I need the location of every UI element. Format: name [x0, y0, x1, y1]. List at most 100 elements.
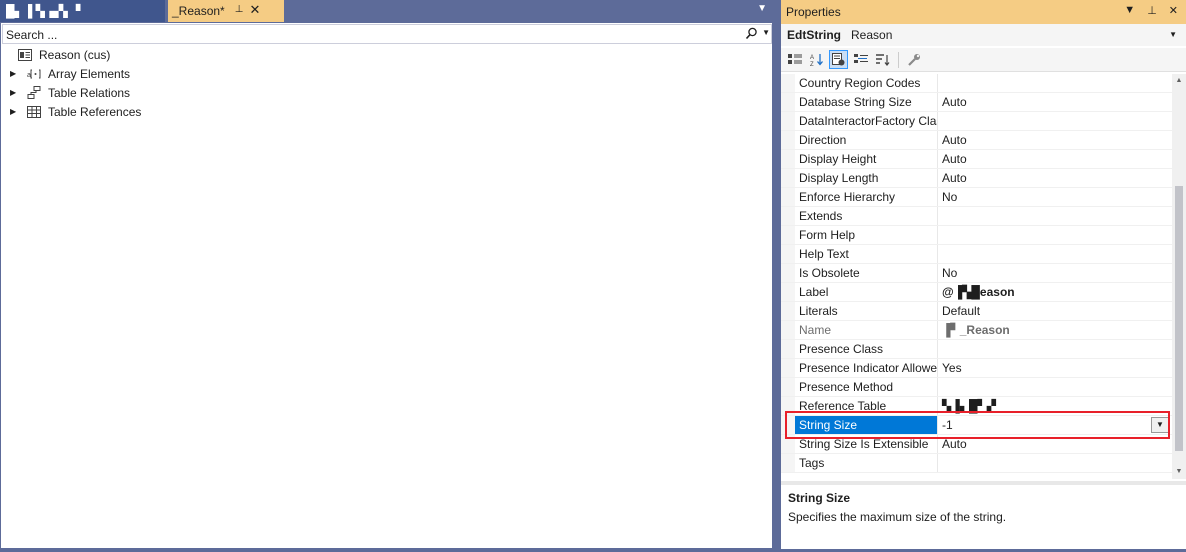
- property-row-string-size[interactable]: String Size ▼: [781, 416, 1172, 435]
- property-value[interactable]: [938, 226, 1172, 244]
- designer-body: ▼ Reason (cus) ▶ a Array Elements ▶: [0, 22, 773, 549]
- property-row-presence-class[interactable]: Presence Class: [781, 340, 1172, 359]
- value-dropdown-icon[interactable]: ▼: [1151, 417, 1169, 433]
- property-value[interactable]: [938, 74, 1172, 92]
- svg-text:A: A: [810, 55, 814, 61]
- property-value[interactable]: ▚▐▖█▘▞: [938, 397, 1172, 415]
- window-options-dropdown-icon[interactable]: ▼: [1124, 4, 1135, 17]
- property-value[interactable]: [938, 245, 1172, 263]
- property-row-name[interactable]: Name ▐▘_Reason: [781, 321, 1172, 340]
- scrollbar-thumb[interactable]: [1175, 186, 1183, 451]
- property-value[interactable]: Auto: [938, 93, 1172, 111]
- close-icon[interactable]: ✕: [1169, 4, 1178, 17]
- tree-node-label: Table References: [48, 104, 142, 119]
- property-name: Name: [795, 321, 938, 339]
- tree-node-table-relations[interactable]: ▶ Table Relations: [1, 83, 772, 102]
- string-size-input[interactable]: [942, 418, 1142, 432]
- expand-arrow-icon[interactable]: ▶: [10, 107, 26, 116]
- property-value[interactable]: Auto: [938, 131, 1172, 149]
- property-value-editor: ▼: [938, 416, 1172, 434]
- property-row-datainteractorfactory-class[interactable]: DataInteractorFactory Class: [781, 112, 1172, 131]
- property-row-string-size-is-extensible[interactable]: String Size Is Extensible Auto: [781, 435, 1172, 454]
- property-value[interactable]: ▐▘_Reason: [938, 321, 1172, 339]
- property-value[interactable]: [938, 112, 1172, 130]
- tab-inactive-document[interactable]: █▖▐ ▚▗▞▖ ▘: [0, 0, 165, 22]
- property-name: Reference Table: [795, 397, 938, 415]
- svg-text:Z: Z: [810, 62, 814, 66]
- search-options-dropdown-icon[interactable]: ▼: [762, 28, 770, 37]
- tab-list-dropdown-icon[interactable]: ▼: [757, 3, 767, 14]
- property-row-direction[interactable]: Direction Auto: [781, 131, 1172, 150]
- edt-string-icon: [17, 48, 33, 62]
- property-row-extends[interactable]: Extends: [781, 207, 1172, 226]
- tree-node-table-references[interactable]: ▶ Table References: [1, 102, 772, 121]
- property-value[interactable]: @▐▚█eason: [938, 283, 1172, 301]
- property-name: Tags: [795, 454, 938, 472]
- property-value[interactable]: Auto: [938, 169, 1172, 187]
- property-name: String Size: [795, 416, 938, 434]
- sort-descending-icon[interactable]: [873, 50, 892, 69]
- property-row-is-obsolete[interactable]: Is Obsolete No: [781, 264, 1172, 283]
- property-name: Label: [795, 283, 938, 301]
- sort-alphabetical-icon[interactable]: AZ: [807, 50, 826, 69]
- property-value[interactable]: Auto: [938, 435, 1172, 453]
- search-input[interactable]: [6, 27, 726, 42]
- property-value[interactable]: [938, 378, 1172, 396]
- svg-text:a: a: [27, 72, 31, 79]
- property-row-literals[interactable]: Literals Default: [781, 302, 1172, 321]
- property-row-tags[interactable]: Tags: [781, 454, 1172, 473]
- property-row-reference-table[interactable]: Reference Table ▚▐▖█▘▞: [781, 397, 1172, 416]
- property-row-presence-method[interactable]: Presence Method: [781, 378, 1172, 397]
- tree-root-label: Reason (cus): [39, 47, 111, 62]
- property-value[interactable]: [938, 340, 1172, 358]
- categorized-icon[interactable]: [785, 50, 804, 69]
- close-tab-icon[interactable]: ✕: [249, 3, 260, 16]
- tab-active-document[interactable]: _Reason* ⊥ ✕: [168, 0, 284, 22]
- property-row-form-help[interactable]: Form Help: [781, 226, 1172, 245]
- expand-arrow-icon[interactable]: ▶: [10, 69, 26, 78]
- table-relations-icon: [26, 86, 42, 100]
- property-value[interactable]: Yes: [938, 359, 1172, 377]
- property-pages-icon[interactable]: [851, 50, 870, 69]
- wrench-icon[interactable]: [905, 50, 924, 69]
- properties-toolbar: AZ: [781, 48, 1186, 72]
- property-value[interactable]: No: [938, 264, 1172, 282]
- property-row-enforce-hierarchy[interactable]: Enforce Hierarchy No: [781, 188, 1172, 207]
- property-row-margin: [781, 74, 795, 92]
- properties-view-icon[interactable]: [829, 50, 848, 69]
- property-row-label[interactable]: Label @▐▚█eason: [781, 283, 1172, 302]
- property-row-country-region-codes[interactable]: Country Region Codes: [781, 74, 1172, 93]
- property-value[interactable]: [938, 454, 1172, 472]
- property-name: Display Length: [795, 169, 938, 187]
- property-row-margin: [781, 226, 795, 244]
- description-text: Specifies the maximum size of the string…: [788, 510, 1007, 524]
- property-row-help-text[interactable]: Help Text: [781, 245, 1172, 264]
- properties-title: Properties: [786, 5, 841, 19]
- property-value[interactable]: [938, 207, 1172, 225]
- tree-node-array-elements[interactable]: ▶ a Array Elements: [1, 64, 772, 83]
- scroll-down-arrow-icon[interactable]: ▼: [1172, 465, 1186, 479]
- expand-arrow-icon[interactable]: ▶: [10, 88, 26, 97]
- property-name: Display Height: [795, 150, 938, 168]
- object-selector[interactable]: EdtString Reason ▼: [781, 24, 1186, 46]
- property-value[interactable]: No: [938, 188, 1172, 206]
- array-elements-icon: a: [26, 67, 42, 81]
- search-icon[interactable]: [743, 27, 759, 42]
- properties-pane: Properties ▼ ⊥ ✕ EdtString Reason ▼ AZ C…: [779, 0, 1186, 549]
- property-row-database-string-size[interactable]: Database String Size Auto: [781, 93, 1172, 112]
- property-row-display-height[interactable]: Display Height Auto: [781, 150, 1172, 169]
- property-row-display-length[interactable]: Display Length Auto: [781, 169, 1172, 188]
- pin-icon[interactable]: ⊥: [1147, 4, 1157, 17]
- property-name: Direction: [795, 131, 938, 149]
- property-name: Form Help: [795, 226, 938, 244]
- property-grid-scrollbar[interactable]: ▲ ▼: [1172, 74, 1186, 479]
- scroll-up-arrow-icon[interactable]: ▲: [1172, 74, 1186, 88]
- object-selector-dropdown-icon[interactable]: ▼: [1169, 30, 1177, 39]
- property-row-margin: [781, 321, 795, 339]
- tree-root-node[interactable]: Reason (cus): [1, 45, 772, 64]
- property-row-presence-indicator-allowed[interactable]: Presence Indicator Allowed Yes: [781, 359, 1172, 378]
- property-value[interactable]: Auto: [938, 150, 1172, 168]
- description-title: String Size: [788, 491, 851, 505]
- pin-tab-icon[interactable]: ⊥: [235, 4, 244, 15]
- property-value[interactable]: Default: [938, 302, 1172, 320]
